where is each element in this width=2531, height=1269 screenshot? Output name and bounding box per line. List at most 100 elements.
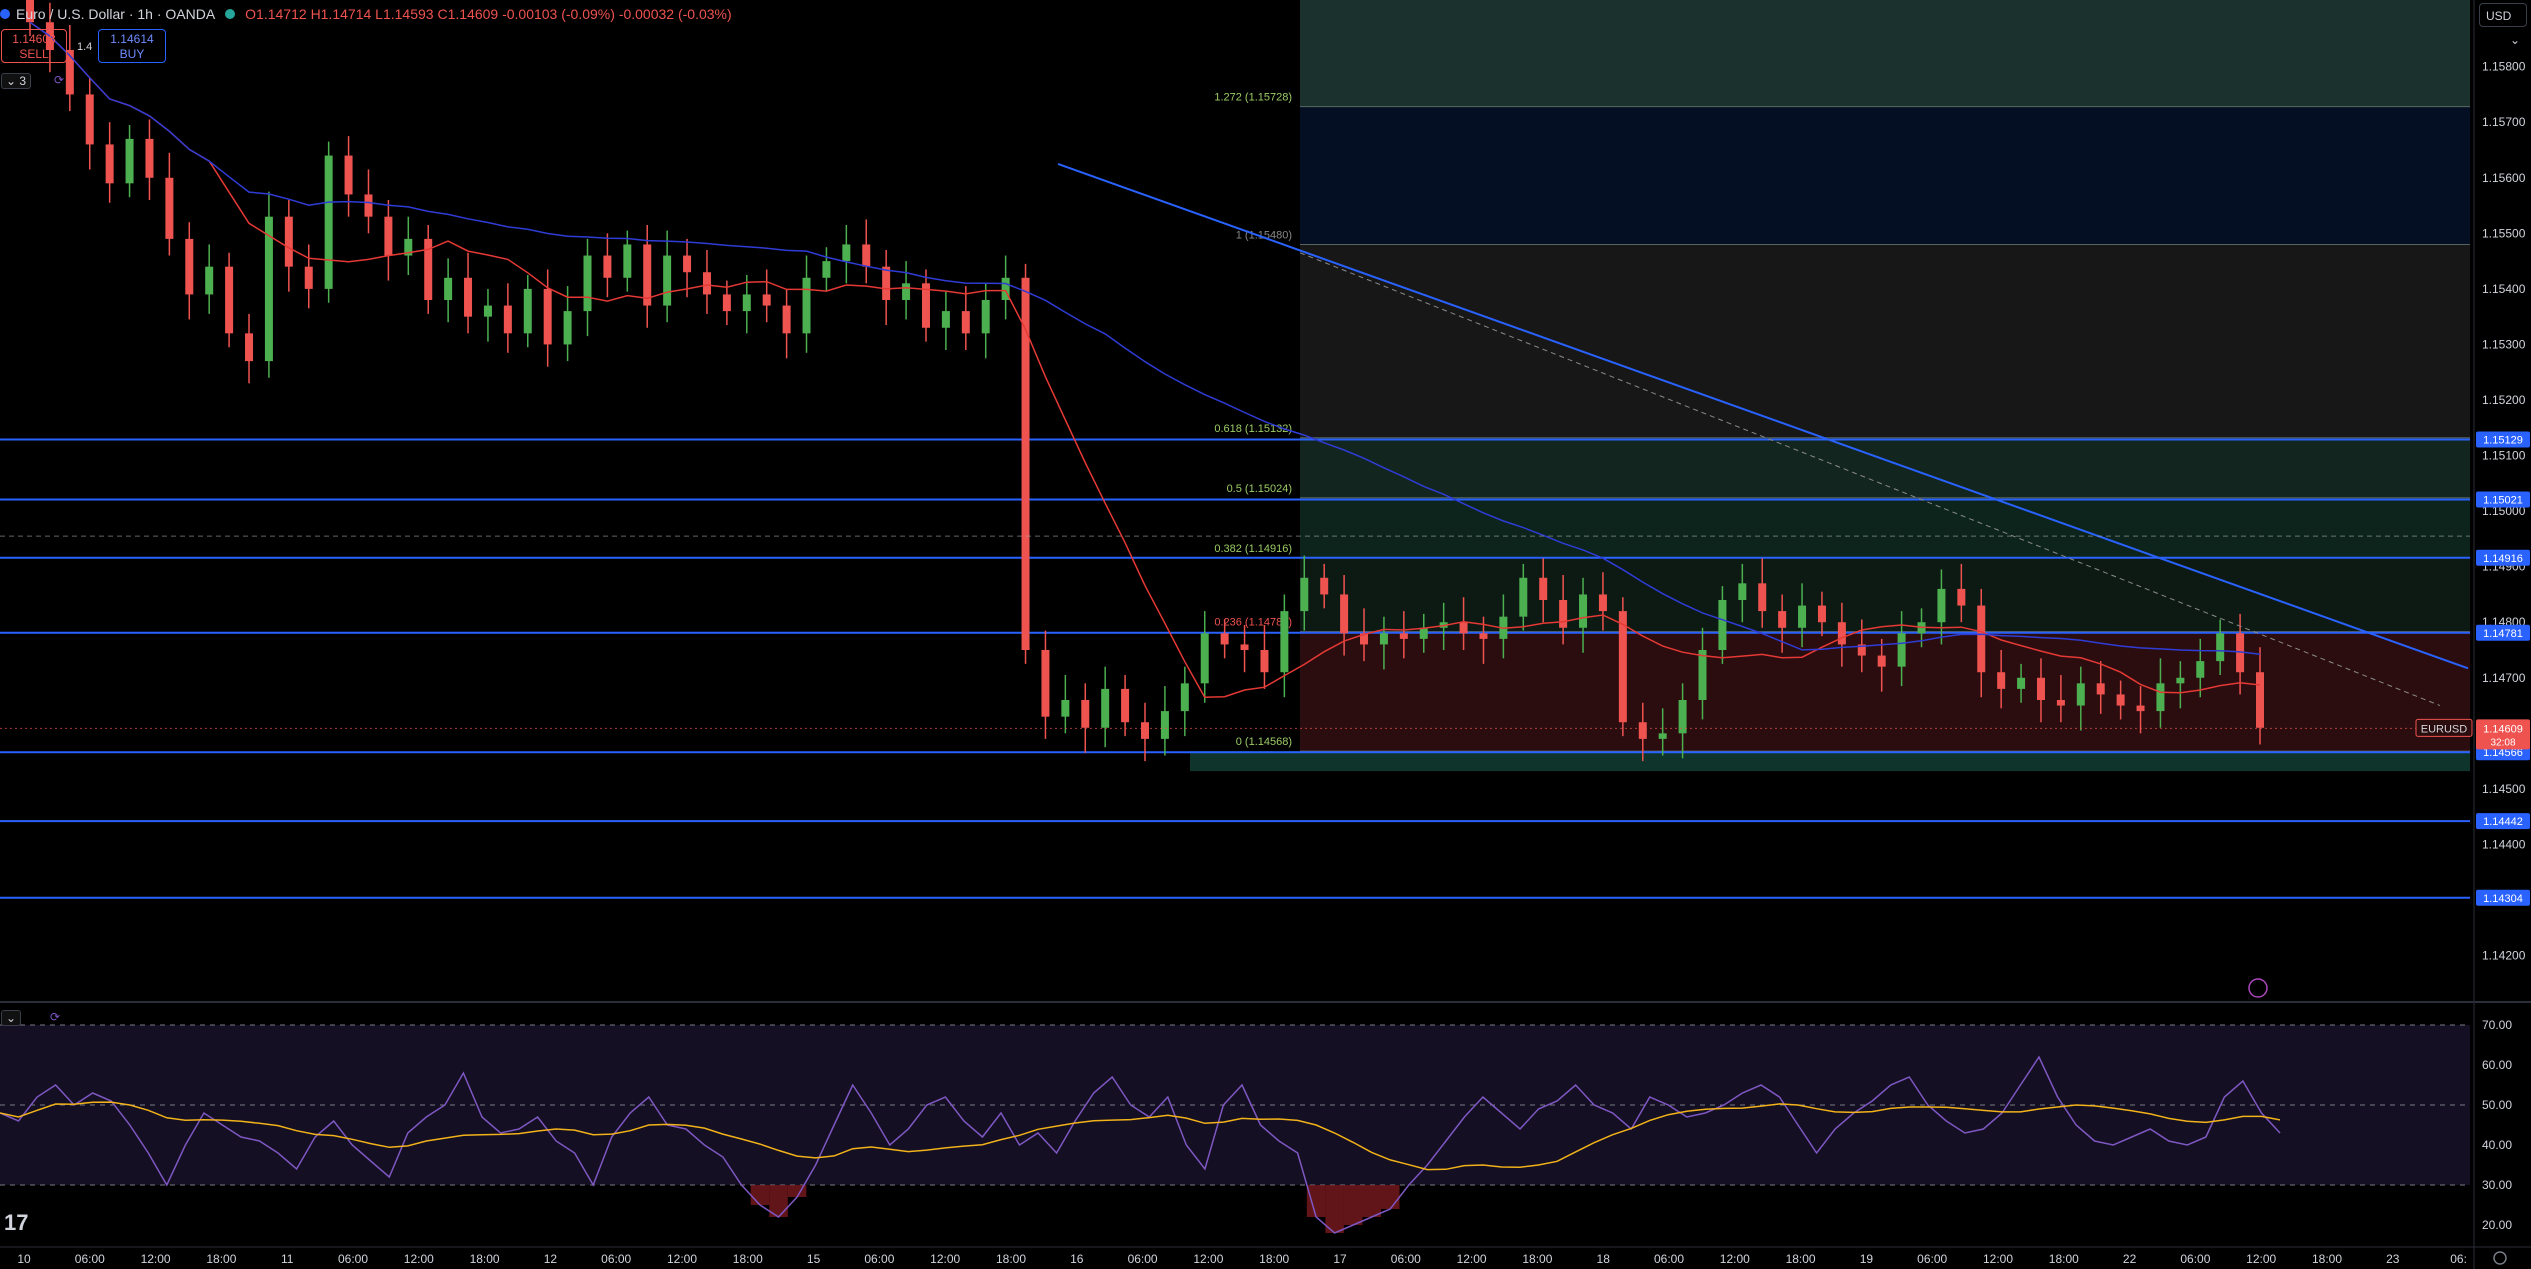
- candle-body: [284, 216, 293, 267]
- candle-body: [1180, 683, 1189, 712]
- fib-zone: [1300, 0, 2470, 107]
- candle-body: [563, 311, 572, 345]
- candle-body: [1698, 650, 1707, 700]
- candle-body: [1081, 700, 1090, 728]
- indicators-count: 3: [19, 74, 27, 88]
- current-price-label: 1.14609: [2483, 723, 2523, 735]
- rsi-oversold-fill: [750, 1185, 770, 1205]
- candle-body: [1658, 733, 1667, 739]
- alert-icon: [2248, 978, 2268, 998]
- spread-value: 1.4: [77, 41, 93, 53]
- price-tick-label: 1.14500: [2482, 782, 2526, 796]
- time-tick-label: 23: [2386, 1252, 2400, 1266]
- time-tick-label: 18:00: [733, 1252, 763, 1266]
- candle-body: [902, 283, 911, 300]
- fib-zone: [1300, 497, 2470, 558]
- time-tick-label: 12:00: [2246, 1252, 2276, 1266]
- candle-body: [1379, 633, 1388, 645]
- rsi-sync-icon[interactable]: ⟳: [46, 1010, 64, 1024]
- low-value: L1.14593: [375, 6, 434, 22]
- candle-body: [1997, 672, 2006, 689]
- candle-body: [1937, 588, 1946, 623]
- candle-body: [1897, 633, 1906, 667]
- time-tick-label: 06:: [2450, 1252, 2467, 1266]
- rsi-oversold-fill: [1325, 1185, 1344, 1233]
- candle-body: [264, 216, 273, 362]
- candle-body: [1598, 594, 1607, 612]
- time-tick-label: 12:00: [1193, 1252, 1223, 1266]
- rsi-oversold-fill: [1380, 1185, 1400, 1209]
- candle-body: [2216, 633, 2225, 662]
- time-tick-label: 12:00: [1983, 1252, 2013, 1266]
- candle-body: [145, 138, 154, 178]
- candle-body: [1638, 722, 1647, 739]
- time-tick-label: 18:00: [470, 1252, 500, 1266]
- candle-body: [941, 311, 950, 328]
- candle-body: [304, 266, 313, 289]
- candle-body: [1758, 583, 1767, 612]
- price-tick-label: 1.15800: [2482, 60, 2526, 74]
- candle-body: [1160, 711, 1169, 739]
- fib-level-label: 0.382 (1.14916): [1214, 543, 1292, 555]
- fib-level-label: 1.272 (1.15728): [1214, 92, 1292, 104]
- candle-body: [1798, 605, 1807, 628]
- fib-level-label: 0.236 (1.14783): [1214, 617, 1292, 629]
- candle-body: [1101, 688, 1110, 728]
- candle-body: [1121, 688, 1130, 723]
- candle-body: [742, 294, 751, 312]
- candle-body: [1479, 633, 1488, 639]
- sync-icon[interactable]: ⟳: [50, 73, 68, 87]
- candle-body: [364, 194, 373, 217]
- candle-body: [2176, 677, 2185, 684]
- candle-body: [1738, 583, 1747, 600]
- time-tick-label: 06:00: [1391, 1252, 1421, 1266]
- candle-body: [2036, 677, 2045, 700]
- buy-button[interactable]: 1.14614 BUY: [98, 29, 166, 63]
- candle-body: [2096, 683, 2105, 695]
- candle-body: [643, 244, 652, 306]
- chart-canvas[interactable]: 1.272 (1.15728)1 (1.15480)0.618 (1.15132…: [0, 0, 2531, 1269]
- settings-icon: [2493, 1251, 2507, 1265]
- candle-body: [1280, 611, 1289, 673]
- level-price-label: 1.14304: [2483, 893, 2523, 905]
- indicators-toggle-button[interactable]: ⌄ 3: [1, 73, 32, 89]
- symbol-title[interactable]: Euro / U.S. Dollar · 1h · OANDA: [16, 6, 215, 22]
- candle-body: [483, 305, 492, 317]
- candle-body: [1977, 605, 1986, 673]
- countdown-label: 32:08: [2490, 737, 2515, 748]
- candle-body: [85, 94, 94, 145]
- candle-body: [722, 294, 731, 312]
- candle-body: [1579, 594, 1588, 628]
- candle-body: [1718, 600, 1727, 650]
- candle-body: [1240, 644, 1249, 650]
- time-tick-label: 06:00: [338, 1252, 368, 1266]
- candle-body: [1399, 633, 1408, 639]
- fib-zone: [1300, 631, 2470, 752]
- time-tick-label: 12:00: [1720, 1252, 1750, 1266]
- change-value: -0.00103 (-0.09%): [502, 6, 615, 22]
- level-price-label: 1.14781: [2483, 628, 2523, 640]
- price-tick-label: 1.15200: [2482, 393, 2526, 407]
- candle-body: [782, 305, 791, 334]
- candle-body: [105, 144, 114, 184]
- price-tick-label: 1.14200: [2482, 949, 2526, 963]
- time-tick-label: 16: [1070, 1252, 1084, 1266]
- time-tick-label: 12:00: [930, 1252, 960, 1266]
- ohlc-values: O1.14712 H1.14714 L1.14593 C1.14609 -0.0…: [245, 6, 731, 22]
- symbol-price-tag-label: EURUSD: [2421, 723, 2468, 735]
- candle-body: [1519, 577, 1528, 617]
- candle-body: [245, 333, 254, 362]
- symbol-logo-icon: [0, 9, 10, 19]
- time-tick-label: 12: [544, 1252, 558, 1266]
- currency-label: USD: [2486, 9, 2512, 23]
- time-tick-label: 10: [17, 1252, 31, 1266]
- currency-selector[interactable]: USD ⌄: [2479, 3, 2527, 47]
- sell-button[interactable]: 1.14608 SELL: [1, 29, 67, 63]
- candle-body: [2256, 672, 2264, 728]
- candle-body: [802, 277, 811, 334]
- market-status-icon: [225, 9, 236, 19]
- time-tick-label: 11: [281, 1252, 294, 1266]
- candle-body: [384, 216, 393, 256]
- rsi-collapse-button[interactable]: ⌄: [1, 1010, 22, 1026]
- candle-body: [1957, 588, 1966, 606]
